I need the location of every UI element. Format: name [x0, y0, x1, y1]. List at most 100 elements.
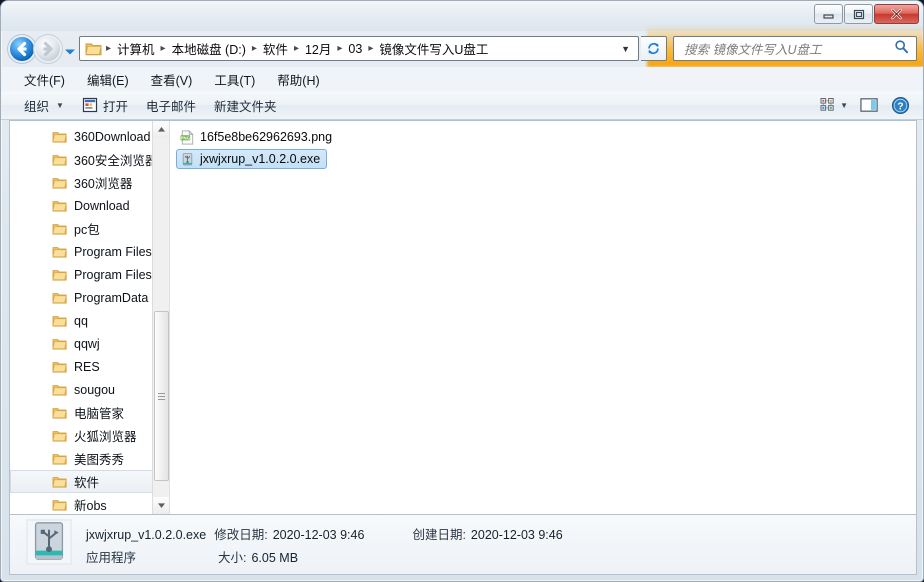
- breadcrumb-separator[interactable]: ▸: [336, 43, 343, 54]
- folder-icon: [52, 131, 67, 142]
- tree-item-qqwj[interactable]: qqwj: [10, 332, 169, 355]
- scroll-down-button[interactable]: [153, 497, 169, 514]
- details-modified-value: 2020-12-03 9:46: [272, 527, 365, 542]
- menu-tools[interactable]: 工具(T): [205, 67, 264, 92]
- toolbar-right-group: ▼ ?: [815, 93, 923, 118]
- tree-item-program-files-x86[interactable]: Program Files: [10, 263, 169, 286]
- change-view-button[interactable]: ▼: [815, 94, 853, 116]
- tree-item-label: Program Files: [74, 267, 152, 282]
- refresh-button[interactable]: [641, 36, 667, 61]
- open-button[interactable]: 打开: [73, 92, 137, 119]
- svg-text:?: ?: [897, 101, 903, 112]
- preview-pane-button[interactable]: [855, 94, 884, 116]
- tree-item-label: 电脑管家: [74, 407, 125, 421]
- breadcrumb-item-computer[interactable]: 计算机: [112, 37, 160, 60]
- menu-view[interactable]: 查看(V): [142, 67, 202, 92]
- details-size-value: 6.05 MB: [251, 550, 299, 565]
- tree-item-360download[interactable]: 360Download: [10, 125, 169, 148]
- menu-help[interactable]: 帮助(H): [268, 67, 328, 92]
- restore-button[interactable]: [844, 4, 873, 24]
- tree-item-360-browser[interactable]: 360浏览器: [10, 171, 169, 194]
- breadcrumb-item-03[interactable]: 03: [343, 39, 367, 59]
- navigation-pane-scrollbar[interactable]: [152, 121, 169, 514]
- tree-item-pcbao[interactable]: pc包: [10, 217, 169, 240]
- breadcrumb-separator[interactable]: ▸: [367, 43, 374, 54]
- back-button[interactable]: [10, 37, 34, 61]
- address-bar[interactable]: ▸ 计算机 ▸ 本地磁盘 (D:) ▸ 软件 ▸ 12月 ▸ 03 ▸ 镜像文件…: [79, 36, 639, 61]
- folder-icon: [52, 269, 67, 280]
- restore-icon: [853, 9, 864, 19]
- breadcrumb-item-software[interactable]: 软件: [258, 37, 293, 60]
- folder-icon: [52, 361, 67, 372]
- refresh-icon: [648, 42, 659, 55]
- search-icon[interactable]: [892, 39, 916, 59]
- folder-icon: [52, 338, 67, 349]
- folder-icon: [52, 246, 67, 257]
- tree-item-program-files[interactable]: Program Files: [10, 240, 169, 263]
- folder-icon: [52, 223, 67, 234]
- scrollbar-grip-icon: [158, 391, 165, 402]
- tree-item-new-obs[interactable]: 新obs: [10, 493, 169, 514]
- minimize-button[interactable]: [814, 4, 843, 24]
- folder-icon: [52, 430, 67, 441]
- breadcrumb-separator[interactable]: ▸: [105, 43, 112, 54]
- breadcrumb-item-december[interactable]: 12月: [300, 37, 336, 60]
- tree-item-label: ProgramData: [74, 290, 149, 305]
- breadcrumb-item-current-folder[interactable]: 镜像文件写入U盘工: [374, 37, 493, 60]
- organize-label: 组织: [24, 99, 50, 114]
- svg-text:PNG: PNG: [181, 135, 191, 140]
- tree-item-label: sougou: [74, 382, 116, 397]
- explorer-window: ▸ 计算机 ▸ 本地磁盘 (D:) ▸ 软件 ▸ 12月 ▸ 03 ▸ 镜像文件…: [0, 0, 924, 582]
- tree-item-label: RES: [74, 359, 100, 374]
- tree-item-computer-manager[interactable]: 电脑管家: [10, 401, 169, 424]
- tree-item-qq[interactable]: qq: [10, 309, 169, 332]
- tree-item-programdata[interactable]: ProgramData: [10, 286, 169, 309]
- breadcrumb-separator[interactable]: ▸: [251, 43, 258, 54]
- preview-pane-icon: [860, 98, 878, 112]
- chevron-down-icon: ▼: [56, 100, 64, 110]
- scroll-up-button[interactable]: [153, 121, 169, 138]
- folder-icon: [52, 315, 67, 326]
- details-line-primary: jxwjxrup_v1.0.2.0.exe 修改日期: 2020-12-03 9…: [86, 524, 563, 543]
- close-button[interactable]: [874, 4, 919, 24]
- help-button[interactable]: ?: [886, 93, 915, 118]
- navigation-pane[interactable]: 360Download 360安全浏览器 360浏览器 Download pc包: [10, 121, 170, 514]
- folder-icon: [52, 499, 67, 510]
- close-icon: [891, 8, 902, 20]
- chevron-down-icon: [65, 49, 75, 55]
- scrollbar-thumb[interactable]: [154, 311, 169, 481]
- search-input[interactable]: 搜索 镜像文件写入U盘工: [673, 36, 917, 61]
- usb-drive-app-icon: [26, 519, 72, 570]
- file-list[interactable]: PNG 16f5e8be62962693.png jxwjxrup_v1.0.2…: [170, 121, 916, 514]
- tree-item-meitu[interactable]: 美图秀秀: [10, 447, 169, 470]
- tree-item-360-safe-browser[interactable]: 360安全浏览器: [10, 148, 169, 171]
- view-options-icon: [820, 98, 834, 111]
- folder-icon: [52, 476, 67, 487]
- tree-item-label: pc包: [74, 223, 100, 237]
- tree-item-sougou[interactable]: sougou: [10, 378, 169, 401]
- tree-item-label: qqwj: [74, 336, 100, 351]
- breadcrumb-separator[interactable]: ▸: [293, 43, 300, 54]
- tree-item-label: 新obs: [74, 499, 107, 513]
- menu-file[interactable]: 文件(F): [15, 67, 74, 92]
- organize-button[interactable]: 组织 ▼: [15, 92, 73, 119]
- tree-item-software[interactable]: 软件: [10, 470, 169, 493]
- tree-item-res[interactable]: RES: [10, 355, 169, 378]
- tree-item-firefox[interactable]: 火狐浏览器: [10, 424, 169, 447]
- tree-item-download[interactable]: Download: [10, 194, 169, 217]
- search-placeholder: 搜索 镜像文件写入U盘工: [684, 43, 822, 57]
- breadcrumb-separator[interactable]: ▸: [160, 43, 167, 54]
- menu-edit[interactable]: 编辑(E): [78, 67, 138, 92]
- email-button[interactable]: 电子邮件: [137, 92, 205, 119]
- tree-item-label: 360浏览器: [74, 177, 133, 191]
- forward-button[interactable]: [36, 37, 60, 61]
- address-dropdown-button[interactable]: ▼: [617, 44, 638, 54]
- new-folder-button[interactable]: 新建文件夹: [205, 92, 286, 119]
- png-file-icon: PNG: [180, 129, 194, 144]
- breadcrumb-item-local-disk-d[interactable]: 本地磁盘 (D:): [167, 37, 251, 60]
- file-row: PNG 16f5e8be62962693.png: [176, 127, 916, 149]
- command-toolbar: 组织 ▼ 打开 电子邮件 新建文件夹 ▼ ?: [1, 91, 923, 120]
- file-item-png[interactable]: PNG 16f5e8be62962693.png: [176, 127, 339, 147]
- recent-locations-button[interactable]: [63, 44, 77, 55]
- file-item-exe[interactable]: jxwjxrup_v1.0.2.0.exe: [176, 149, 328, 169]
